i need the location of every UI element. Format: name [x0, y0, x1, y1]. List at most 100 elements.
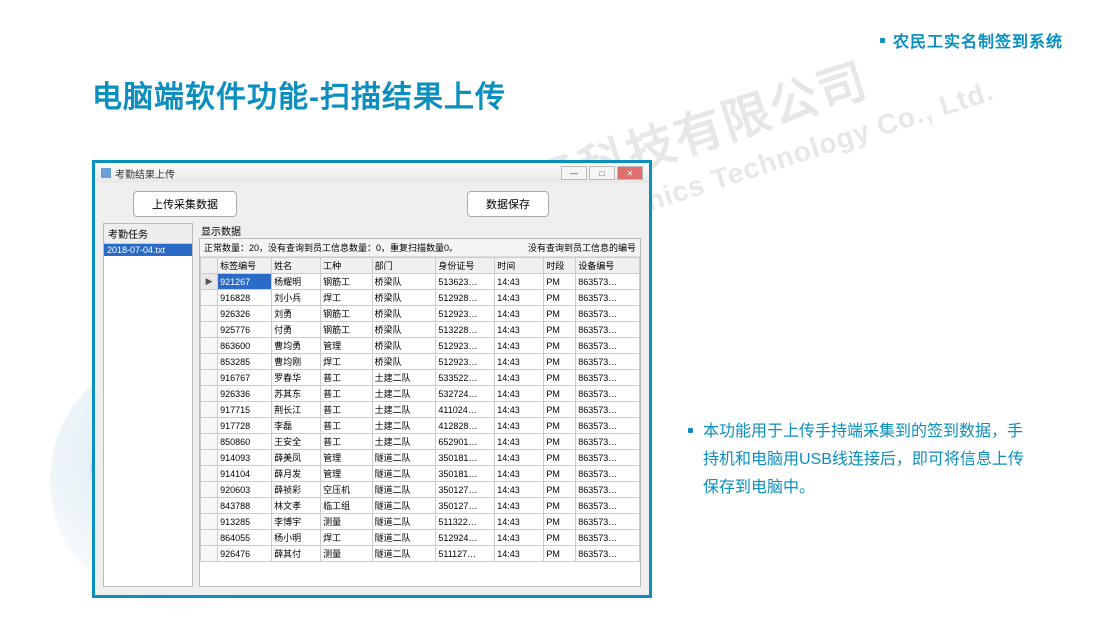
cell-seg: PM — [544, 290, 576, 306]
cell-dept: 桥梁队 — [372, 290, 436, 306]
table-row[interactable]: 926476薛其付测量隧道二队511127…14:43PM863573… — [201, 546, 640, 562]
column-header[interactable]: 工种 — [321, 258, 373, 274]
cell-trade: 空压机 — [321, 482, 373, 498]
cell-name: 杨耀明 — [272, 274, 321, 290]
cell-name: 刘勇 — [272, 306, 321, 322]
cell-id: 920603 — [218, 482, 272, 498]
cell-dept: 隧道二队 — [372, 466, 436, 482]
table-row[interactable]: 914093薛美凤管理隧道二队350181…14:43PM863573… — [201, 450, 640, 466]
page-title: 电脑端软件功能-扫描结果上传 — [92, 72, 506, 116]
cell-dev: 863573… — [576, 290, 640, 306]
table-row[interactable]: 914104薛月发管理隧道二队350181…14:43PM863573… — [201, 466, 640, 482]
column-header[interactable]: 时间 — [495, 258, 544, 274]
cell-seg: PM — [544, 530, 576, 546]
cell-time: 14:43 — [495, 418, 544, 434]
cell-dev: 863573… — [576, 466, 640, 482]
cell-idno: 652901… — [436, 434, 495, 450]
cell-name: 罗春华 — [272, 370, 321, 386]
cell-id: 914093 — [218, 450, 272, 466]
cell-trade: 管理 — [321, 338, 373, 354]
data-panel: 正常数量：20，没有查询到员工信息数量：0，重复扫描数量0。 没有查询到员工信息… — [199, 238, 641, 587]
upload-button[interactable]: 上传采集数据 — [133, 191, 237, 217]
cell-time: 14:43 — [495, 466, 544, 482]
table-row[interactable]: 850860王安全普工土建二队652901…14:43PM863573… — [201, 434, 640, 450]
cell-dev: 863573… — [576, 434, 640, 450]
window-titlebar: 考勤结果上传 — □ ✕ — [95, 163, 649, 183]
table-row[interactable]: 853285曹均刚焊工桥梁队512923…14:43PM863573… — [201, 354, 640, 370]
table-row[interactable]: 920603薛祯彩空压机隧道二队350127…14:43PM863573… — [201, 482, 640, 498]
cell-time: 14:43 — [495, 450, 544, 466]
cell-trade: 普工 — [321, 402, 373, 418]
cell-dev: 863573… — [576, 418, 640, 434]
cell-name: 薛美凤 — [272, 450, 321, 466]
cell-idno: 512924… — [436, 530, 495, 546]
save-button[interactable]: 数据保存 — [467, 191, 549, 217]
column-header[interactable]: 时段 — [544, 258, 576, 274]
cell-idno: 512923… — [436, 338, 495, 354]
table-row[interactable]: ▶921267杨耀明钢筋工桥梁队513623…14:43PM863573… — [201, 274, 640, 290]
cell-seg: PM — [544, 434, 576, 450]
cell-idno: 512923… — [436, 354, 495, 370]
close-button[interactable]: ✕ — [617, 166, 643, 180]
cell-seg: PM — [544, 338, 576, 354]
cell-dept: 桥梁队 — [372, 354, 436, 370]
table-row[interactable]: 843788林文孝临工组隧道二队350127…14:43PM863573… — [201, 498, 640, 514]
table-row[interactable]: 925776付勇钢筋工桥梁队513228…14:43PM863573… — [201, 322, 640, 338]
display-data-label: 显示数据 — [199, 223, 641, 238]
table-row[interactable]: 926326刘勇钢筋工桥梁队512923…14:43PM863573… — [201, 306, 640, 322]
table-row[interactable]: 916828刘小兵焊工桥梁队512928…14:43PM863573… — [201, 290, 640, 306]
row-marker — [201, 418, 218, 434]
cell-time: 14:43 — [495, 514, 544, 530]
cell-name: 荆长江 — [272, 402, 321, 418]
cell-time: 14:43 — [495, 386, 544, 402]
table-row[interactable]: 926336苏其东普工土建二队532724…14:43PM863573… — [201, 386, 640, 402]
cell-trade: 焊工 — [321, 530, 373, 546]
cell-seg: PM — [544, 514, 576, 530]
cell-id: 925776 — [218, 322, 272, 338]
cell-idno: 513228… — [436, 322, 495, 338]
column-header[interactable]: 身份证号 — [436, 258, 495, 274]
cell-idno: 350127… — [436, 482, 495, 498]
cell-idno: 511322… — [436, 514, 495, 530]
cell-trade: 普工 — [321, 418, 373, 434]
cell-trade: 焊工 — [321, 290, 373, 306]
cell-dept: 土建二队 — [372, 402, 436, 418]
data-grid[interactable]: 标签编号姓名工种部门身份证号时间时段设备编号 ▶921267杨耀明钢筋工桥梁队5… — [200, 257, 640, 586]
cell-trade: 钢筋工 — [321, 306, 373, 322]
cell-name: 杨小明 — [272, 530, 321, 546]
column-header[interactable]: 标签编号 — [218, 258, 272, 274]
cell-id: 917715 — [218, 402, 272, 418]
cell-dept: 桥梁队 — [372, 338, 436, 354]
cell-time: 14:43 — [495, 306, 544, 322]
task-file-item[interactable]: 2018-07-04.txt — [104, 244, 192, 256]
cell-time: 14:43 — [495, 402, 544, 418]
cell-dev: 863573… — [576, 450, 640, 466]
table-row[interactable]: 917728李磊普工土建二队412828…14:43PM863573… — [201, 418, 640, 434]
table-row[interactable]: 917715荆长江普工土建二队411024…14:43PM863573… — [201, 402, 640, 418]
cell-dev: 863573… — [576, 402, 640, 418]
table-row[interactable]: 913285李博宇测量隧道二队511322…14:43PM863573… — [201, 514, 640, 530]
cell-id: 863600 — [218, 338, 272, 354]
cell-name: 王安全 — [272, 434, 321, 450]
cell-dev: 863573… — [576, 274, 640, 290]
table-row[interactable]: 863600曹均勇管理桥梁队512923…14:43PM863573… — [201, 338, 640, 354]
cell-name: 林文孝 — [272, 498, 321, 514]
maximize-button[interactable]: □ — [589, 166, 615, 180]
row-marker — [201, 466, 218, 482]
description-block: 本功能用于上传手持端采集到的签到数据，手持机和电脑用USB线连接后，即可将信息上… — [688, 418, 1028, 502]
cell-dept: 土建二队 — [372, 370, 436, 386]
cell-id: 864055 — [218, 530, 272, 546]
cell-dev: 863573… — [576, 514, 640, 530]
cell-seg: PM — [544, 466, 576, 482]
table-row[interactable]: 916767罗春华普工土建二队533522…14:43PM863573… — [201, 370, 640, 386]
column-header[interactable]: 部门 — [372, 258, 436, 274]
row-marker — [201, 402, 218, 418]
row-marker — [201, 338, 218, 354]
cell-dev: 863573… — [576, 354, 640, 370]
table-row[interactable]: 864055杨小明焊工隧道二队512924…14:43PM863573… — [201, 530, 640, 546]
column-header[interactable]: 设备编号 — [576, 258, 640, 274]
cell-seg: PM — [544, 386, 576, 402]
cell-dev: 863573… — [576, 306, 640, 322]
column-header[interactable]: 姓名 — [272, 258, 321, 274]
minimize-button[interactable]: — — [561, 166, 587, 180]
